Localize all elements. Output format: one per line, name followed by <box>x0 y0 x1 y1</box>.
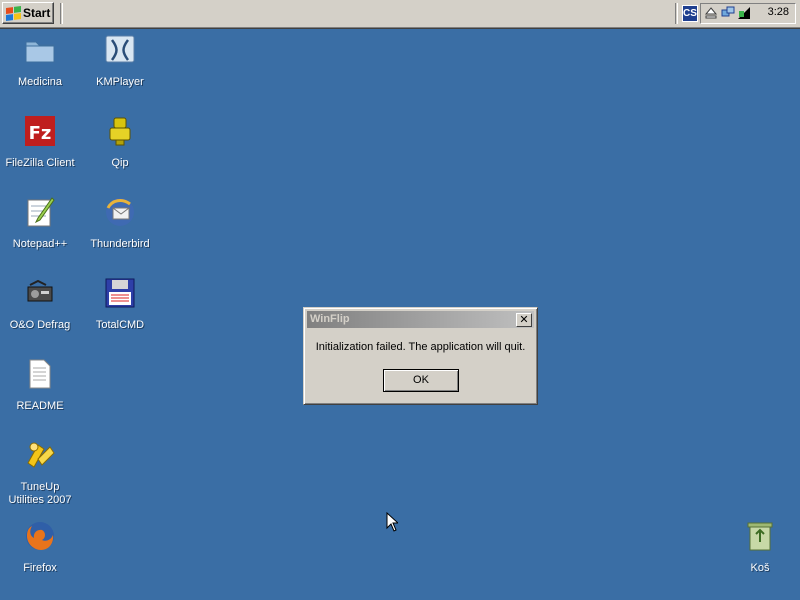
taskbar-separator <box>675 3 678 24</box>
desktop-icon-qip[interactable]: Qip <box>82 115 158 170</box>
volume-icon[interactable] <box>737 6 751 20</box>
recycle-bin-icon <box>747 522 773 551</box>
system-tray: 3:28 <box>700 3 796 24</box>
icon-label: FileZilla Client <box>5 157 75 169</box>
dialog-message: Initialization failed. The application w… <box>315 341 526 353</box>
icon-label: Medicina <box>17 76 63 88</box>
defrag-icon <box>27 279 53 302</box>
start-label: Start <box>23 6 51 20</box>
icon-label: Notepad++ <box>12 238 68 250</box>
icon-label: Koš <box>750 562 770 574</box>
desktop-icon-notepadpp[interactable]: Notepad++ <box>2 196 78 251</box>
desktop-icon-tuneup[interactable]: TuneUp Utilities 2007 <box>2 439 78 507</box>
desktop-icon-readme[interactable]: README <box>2 358 78 413</box>
winflip-dialog: WinFlip ✕ Initialization failed. The app… <box>303 307 538 405</box>
ok-button[interactable]: OK <box>383 369 459 392</box>
mouse-cursor-icon <box>386 512 398 532</box>
desktop-icon-thunderbird[interactable]: Thunderbird <box>82 196 158 251</box>
desktop-icon-filezilla[interactable]: Fz FileZilla Client <box>2 115 78 170</box>
icon-label: KMPlayer <box>96 76 144 88</box>
kmplayer-icon <box>105 35 135 63</box>
eject-icon[interactable] <box>704 6 718 20</box>
desktop-icon-recycle-bin[interactable]: Koš <box>722 520 798 575</box>
taskbar-separator <box>60 3 63 24</box>
taskbar: Start CS 3:28 <box>0 0 800 29</box>
desktop-icon-totalcmd[interactable]: TotalCMD <box>82 277 158 332</box>
desktop-icon-kmplayer[interactable]: KMPlayer <box>82 34 158 89</box>
start-button[interactable]: Start <box>2 2 54 24</box>
icon-label: TotalCMD <box>95 319 145 331</box>
folder-icon <box>25 41 55 63</box>
qip-icon <box>109 117 131 146</box>
icon-label: README <box>16 400 64 412</box>
thunderbird-icon <box>106 198 134 226</box>
close-icon: ✕ <box>519 313 529 326</box>
dialog-title: WinFlip <box>310 313 350 325</box>
icon-label: O&O Defrag <box>9 319 71 331</box>
clock[interactable]: 3:28 <box>768 6 789 18</box>
totalcmd-icon <box>105 278 135 308</box>
icon-label: Thunderbird <box>90 238 150 250</box>
windows-logo-icon <box>6 5 21 21</box>
language-indicator[interactable]: CS <box>682 5 698 22</box>
svg-text:Fz: Fz <box>29 123 52 144</box>
dialog-titlebar[interactable]: WinFlip ✕ <box>307 311 534 328</box>
icon-label: Firefox <box>23 562 57 574</box>
firefox-icon <box>26 522 54 550</box>
desktop-icon-medicina[interactable]: Medicina <box>2 34 78 89</box>
filezilla-icon: Fz <box>25 116 55 146</box>
close-button[interactable]: ✕ <box>516 313 532 327</box>
tuneup-icon <box>27 442 55 468</box>
document-icon <box>29 359 51 389</box>
desktop-icon-oo-defrag[interactable]: O&O Defrag <box>2 277 78 332</box>
desktop-icon-firefox[interactable]: Firefox <box>2 520 78 575</box>
icon-label: Qip <box>111 157 129 169</box>
network-icon[interactable] <box>721 6 735 20</box>
icon-label: TuneUp Utilities 2007 <box>8 481 72 506</box>
notepad-icon <box>27 197 55 227</box>
